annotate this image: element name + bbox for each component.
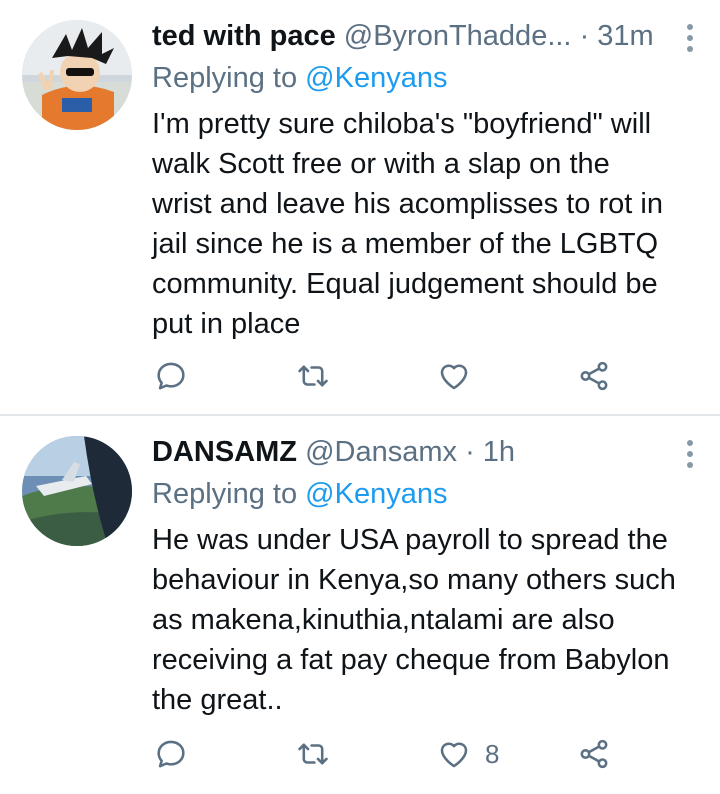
retweet-icon bbox=[298, 743, 328, 765]
separator-dot: · bbox=[579, 20, 590, 52]
tweet[interactable]: ted with pace @ByronThadde... · 31m Repl… bbox=[0, 0, 720, 414]
reply-button[interactable] bbox=[154, 732, 188, 776]
tweet-header: DANSAMZ @Dansamx · 1h bbox=[152, 434, 680, 474]
mention-link[interactable]: @Kenyans bbox=[305, 62, 447, 94]
mention-link[interactable]: @Kenyans bbox=[305, 478, 447, 510]
avatar-image bbox=[22, 436, 132, 546]
tweet-text-line: I'm pretty sure chiloba's "boyfriend" wi… bbox=[152, 108, 652, 140]
tweet-header: ted with pace @ByronThadde... · 31m bbox=[152, 18, 680, 58]
tweet-text-line: wrist and leave his acomplisses to rot i… bbox=[152, 188, 663, 220]
display-name[interactable]: ted with pace bbox=[152, 20, 336, 52]
avatar-image bbox=[22, 20, 132, 130]
share-icon bbox=[580, 739, 608, 769]
like-count: 8 bbox=[485, 738, 500, 769]
tweet-text-line: behaviour in Kenya,so many others such bbox=[152, 564, 676, 596]
replying-to: Replying to @Kenyans bbox=[152, 476, 447, 512]
heart-icon bbox=[440, 364, 468, 390]
tweet[interactable]: DANSAMZ @Dansamx · 1h Replying to @Kenya… bbox=[0, 416, 720, 794]
tweet-text: He was under USA payroll to spread the b… bbox=[152, 520, 700, 720]
user-handle[interactable]: @Dansamx bbox=[305, 436, 457, 468]
tweet-text: I'm pretty sure chiloba's "boyfriend" wi… bbox=[152, 104, 700, 344]
reply-icon bbox=[157, 362, 185, 390]
tweet-text-line: put in place bbox=[152, 308, 301, 340]
like-button[interactable]: 8 bbox=[437, 732, 499, 776]
tweet-text-line: walk Scott free or with a slap on the bbox=[152, 148, 610, 180]
retweet-icon bbox=[298, 365, 328, 387]
replying-to: Replying to @Kenyans bbox=[152, 60, 447, 96]
more-vertical-icon[interactable] bbox=[682, 24, 698, 54]
separator-dot: · bbox=[465, 436, 475, 468]
tweet-text-line: jail since he is a member of the LGBTQ bbox=[152, 228, 659, 260]
tweet-text-line: community. Equal judgement should be bbox=[152, 268, 658, 300]
action-bar: 8 bbox=[0, 732, 720, 776]
retweet-button[interactable] bbox=[296, 354, 330, 398]
user-handle[interactable]: @ByronThadde... bbox=[344, 20, 572, 52]
more-vertical-icon[interactable] bbox=[682, 440, 698, 470]
reply-icon bbox=[157, 740, 185, 768]
display-name[interactable]: DANSAMZ bbox=[152, 436, 297, 468]
action-bar bbox=[0, 354, 720, 398]
share-button[interactable] bbox=[577, 354, 611, 398]
tweet-text-line: He was under USA payroll to spread the bbox=[152, 524, 668, 556]
tweet-text-line: receiving a fat pay cheque from Babylon bbox=[152, 644, 670, 676]
avatar[interactable] bbox=[22, 436, 132, 546]
timestamp[interactable]: 1h bbox=[483, 436, 515, 468]
avatar[interactable] bbox=[22, 20, 132, 130]
tweet-text-line: the great.. bbox=[152, 684, 283, 716]
timestamp[interactable]: 31m bbox=[597, 20, 653, 52]
heart-icon bbox=[440, 742, 468, 768]
share-button[interactable] bbox=[577, 732, 611, 776]
replying-prefix: Replying to bbox=[152, 62, 298, 94]
reply-button[interactable] bbox=[154, 354, 188, 398]
like-button[interactable] bbox=[437, 354, 485, 398]
share-icon bbox=[580, 361, 608, 391]
tweet-text-line: as makena,kinuthia,ntalami are also bbox=[152, 604, 615, 636]
retweet-button[interactable] bbox=[296, 732, 330, 776]
replying-prefix: Replying to bbox=[152, 478, 298, 510]
